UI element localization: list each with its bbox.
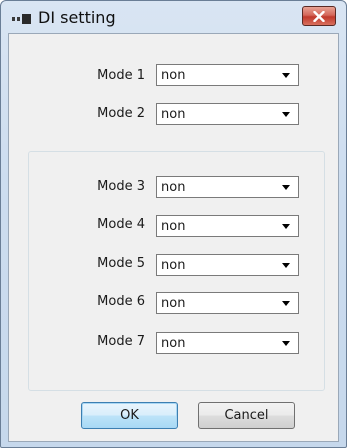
- mode-7-select[interactable]: non: [156, 332, 299, 354]
- mode-6-select[interactable]: non: [156, 292, 299, 314]
- close-button[interactable]: [302, 6, 336, 26]
- chevron-down-icon: [282, 301, 290, 306]
- dialog-body: Mode 1 non Mode 2 non Mode 3 non Mode 4 …: [8, 33, 339, 442]
- chevron-down-icon: [282, 112, 290, 117]
- cancel-button[interactable]: Cancel: [198, 402, 295, 429]
- window-title: DI setting: [38, 8, 116, 27]
- mode-2-value: non: [161, 107, 186, 122]
- mode-4-select[interactable]: non: [156, 215, 299, 237]
- close-icon: [313, 10, 325, 22]
- mode-5-label: Mode 5: [97, 256, 145, 271]
- mode-7-label: Mode 7: [97, 334, 145, 349]
- chevron-down-icon: [282, 185, 290, 190]
- chevron-down-icon: [282, 263, 290, 268]
- chevron-down-icon: [282, 224, 290, 229]
- mode-6-label: Mode 6: [97, 294, 145, 309]
- mode-4-label: Mode 4: [97, 217, 145, 232]
- chevron-down-icon: [282, 73, 290, 78]
- mode-5-value: non: [161, 258, 186, 273]
- mode-3-select[interactable]: non: [156, 176, 299, 198]
- chevron-down-icon: [282, 341, 290, 346]
- mode-3-label: Mode 3: [97, 179, 145, 194]
- mode-3-value: non: [161, 180, 186, 195]
- mode-1-select[interactable]: non: [156, 64, 299, 86]
- mode-5-select[interactable]: non: [156, 254, 299, 276]
- mode-6-value: non: [161, 296, 186, 311]
- mode-2-select[interactable]: non: [156, 103, 299, 125]
- title-bar[interactable]: DI setting: [1, 1, 346, 35]
- dialog-window: DI setting Mode 1 non Mode 2 non Mode 3 …: [0, 0, 347, 448]
- app-icon: [12, 14, 31, 24]
- mode-2-label: Mode 2: [97, 106, 145, 121]
- mode-1-value: non: [161, 68, 186, 83]
- mode-4-value: non: [161, 219, 186, 234]
- mode-7-value: non: [161, 336, 186, 351]
- mode-1-label: Mode 1: [97, 68, 145, 83]
- ok-button[interactable]: OK: [81, 402, 178, 429]
